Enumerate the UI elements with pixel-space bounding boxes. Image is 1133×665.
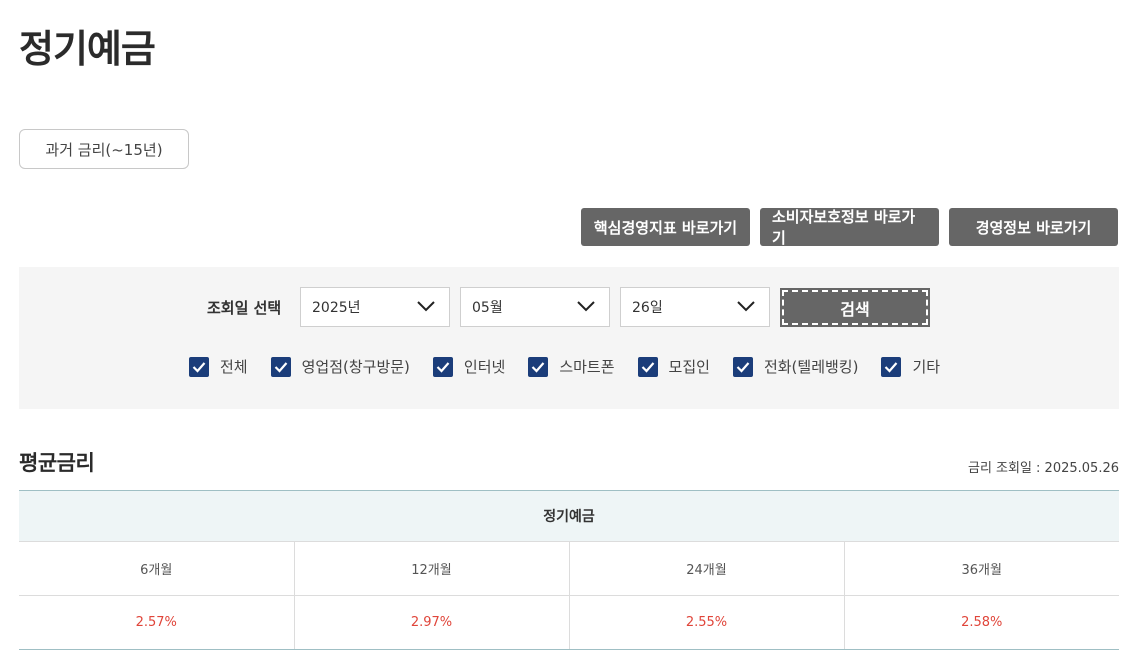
channel-checkbox-telebanking[interactable]: 전화(텔레뱅킹)	[732, 356, 859, 377]
key-management-indicators-button[interactable]: 핵심경영지표 바로가기	[581, 208, 750, 246]
rate-cell: 2.58%	[844, 595, 1119, 650]
chevron-down-icon	[577, 301, 595, 312]
year-select-value: 2025년	[312, 300, 361, 316]
year-select[interactable]: 2025년	[300, 287, 450, 327]
day-select[interactable]: 26일	[620, 287, 770, 327]
period-cell: 24개월	[569, 541, 845, 596]
day-select-value: 26일	[632, 300, 663, 316]
rate-cell: 2.97%	[294, 595, 570, 650]
average-rate-title: 평균금리	[19, 451, 95, 475]
table-row: 6개월 12개월 24개월 36개월	[19, 541, 1119, 596]
page-title: 정기예금	[19, 27, 156, 71]
checkbox-checked-icon	[270, 356, 291, 377]
checkbox-checked-icon	[189, 356, 209, 377]
table-row: 2.57% 2.97% 2.55% 2.58%	[19, 595, 1119, 650]
rate-cell: 2.55%	[569, 595, 845, 650]
channel-checkbox-other[interactable]: 기타	[881, 356, 940, 377]
channel-label: 모집인	[668, 358, 710, 376]
channel-label: 기타	[912, 358, 941, 376]
rate-lookup-date: 금리 조회일 : 2025.05.26	[967, 461, 1119, 476]
management-info-button[interactable]: 경영정보 바로가기	[949, 208, 1118, 246]
channel-label: 전화(텔레뱅킹)	[763, 358, 859, 376]
channel-checkbox-all[interactable]: 전체	[189, 356, 248, 377]
channel-label: 스마트폰	[559, 358, 615, 376]
past-rate-button[interactable]: 과거 금리(~15년)	[19, 129, 189, 169]
period-cell: 6개월	[19, 541, 295, 596]
period-cell: 12개월	[294, 541, 570, 596]
checkbox-checked-icon	[432, 356, 453, 377]
channel-checkbox-internet[interactable]: 인터넷	[432, 356, 506, 377]
chevron-down-icon	[737, 301, 755, 312]
rate-cell: 2.57%	[19, 595, 295, 650]
table-group-header: 정기예금	[19, 490, 1119, 542]
checkbox-checked-icon	[528, 356, 549, 377]
channel-checkbox-smartphone[interactable]: 스마트폰	[528, 356, 615, 377]
channel-checkbox-branch[interactable]: 영업점(창구방문)	[270, 356, 410, 377]
channel-filter: 전체 영업점(창구방문) 인터넷 스마트폰 모집인 전화(텔레뱅킹) 기타	[189, 356, 963, 377]
search-panel: 조회일 선택 2025년 05월 26일 검색 전체 영업점(창구방문) 인터넷…	[19, 267, 1119, 409]
chevron-down-icon	[417, 301, 435, 312]
search-button[interactable]: 검색	[780, 288, 930, 327]
channel-label: 영업점(창구방문)	[301, 358, 410, 376]
channel-label: 인터넷	[463, 358, 506, 376]
average-rate-table: 정기예금 6개월 12개월 24개월 36개월 2.57% 2.97% 2.55…	[19, 490, 1119, 650]
checkbox-checked-icon	[881, 356, 902, 377]
channel-label: 전체	[220, 358, 248, 376]
checkbox-checked-icon	[637, 356, 658, 377]
date-select-label: 조회일 선택	[207, 299, 282, 317]
month-select-value: 05월	[472, 300, 503, 316]
shortcut-buttons: 핵심경영지표 바로가기 소비자보호정보 바로가기 경영정보 바로가기	[581, 208, 1118, 247]
checkbox-checked-icon	[732, 356, 753, 377]
channel-checkbox-agent[interactable]: 모집인	[637, 356, 710, 377]
period-cell: 36개월	[844, 541, 1119, 596]
month-select[interactable]: 05월	[460, 287, 610, 327]
consumer-protection-info-button[interactable]: 소비자보호정보 바로가기	[760, 208, 939, 247]
